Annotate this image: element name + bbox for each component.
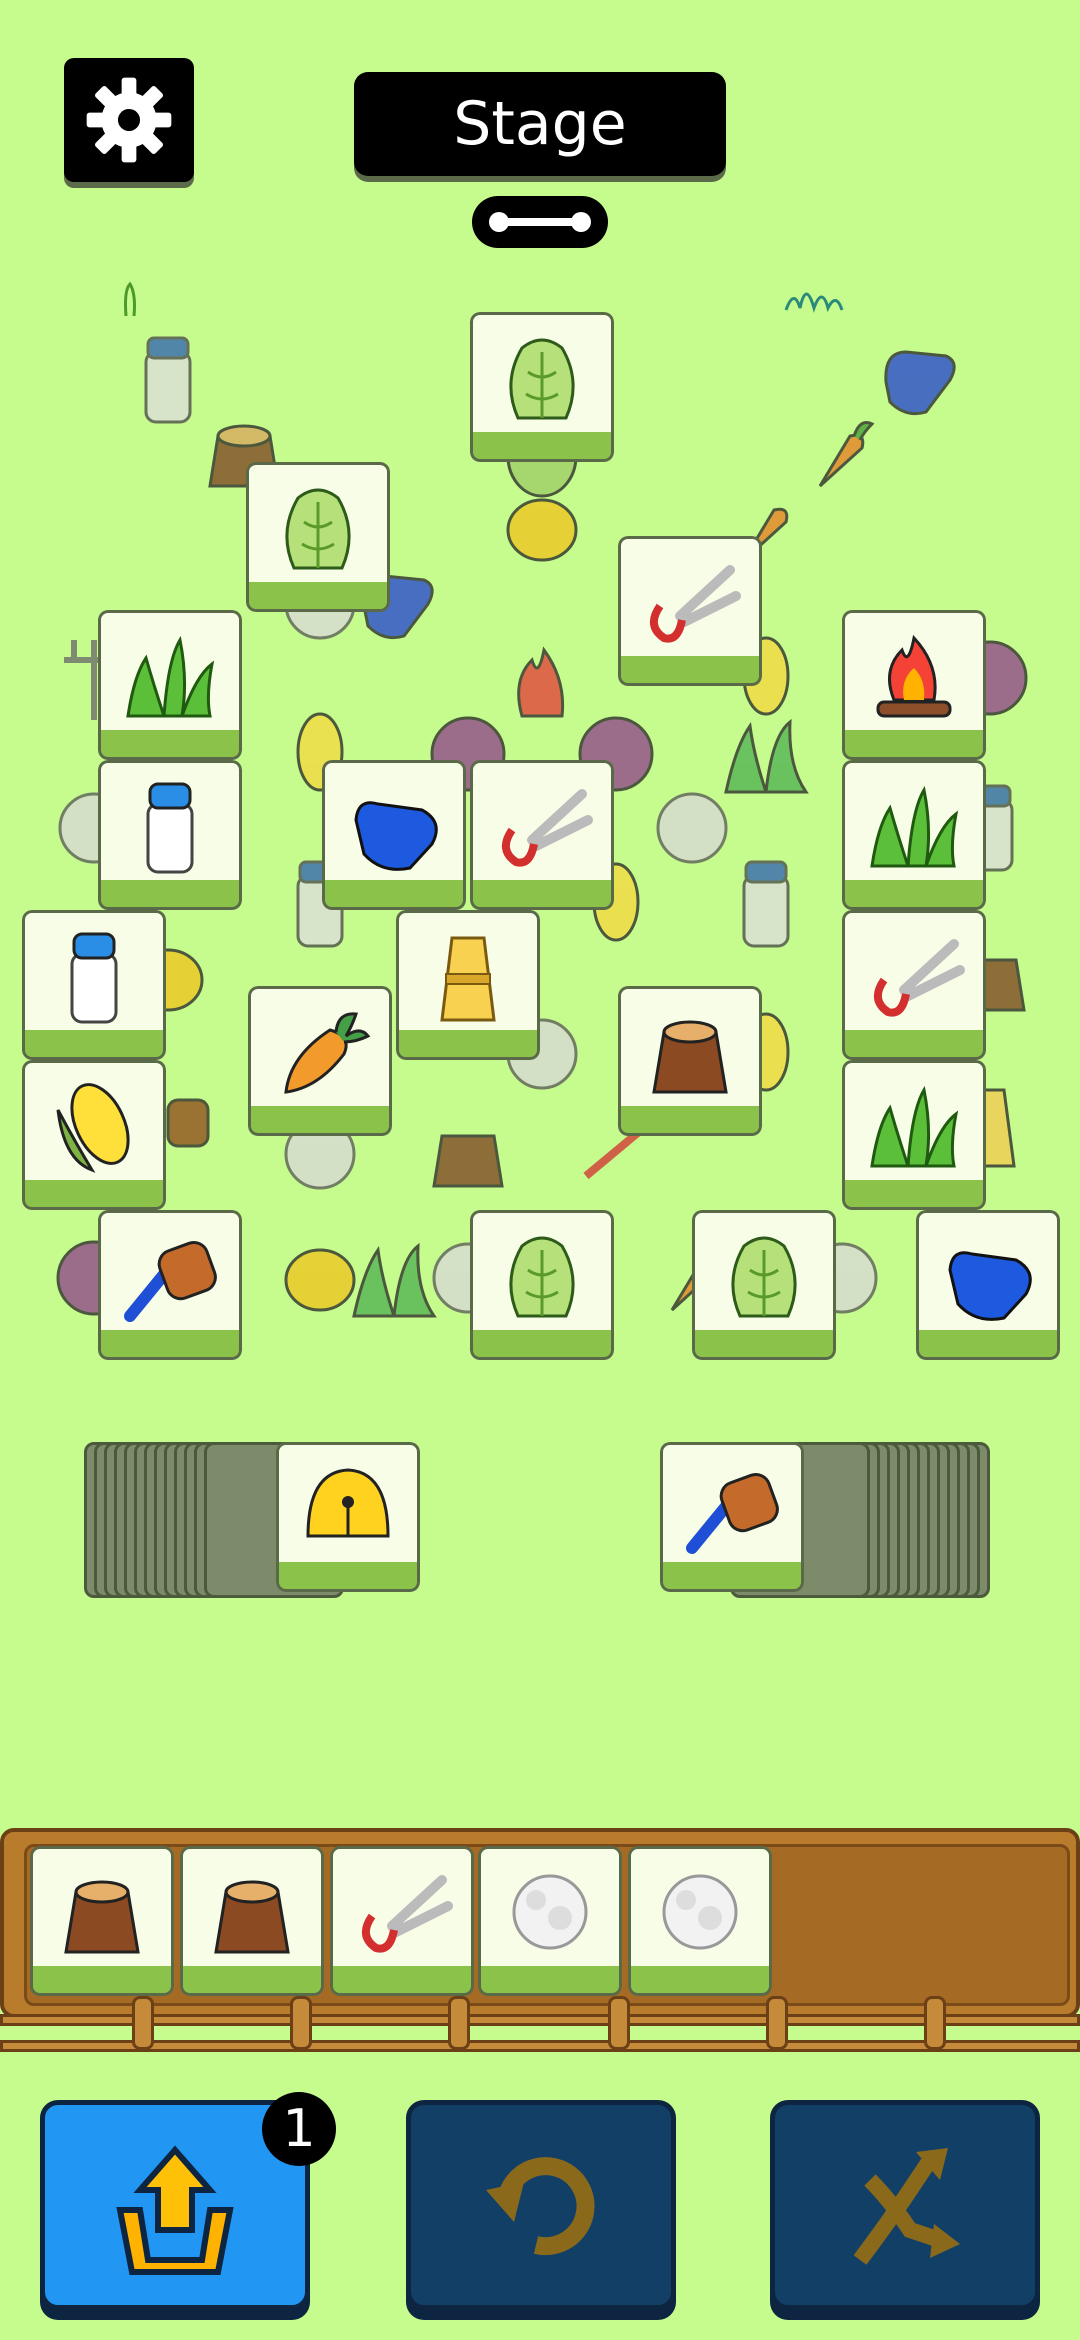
- cabbage-icon: [509, 1236, 575, 1318]
- tree-stump-icon: [214, 1880, 290, 1954]
- shears-icon: [502, 789, 593, 867]
- grass-icon: [870, 1085, 959, 1168]
- shuffle-icon: [853, 2148, 960, 2265]
- milk-jug-icon: [742, 860, 790, 948]
- tile-glove[interactable]: [916, 1210, 1060, 1360]
- tile-covered: [694, 836, 838, 986]
- cabbage-icon: [285, 488, 351, 570]
- fence-post: [924, 1996, 946, 2050]
- left-tile-stack: [84, 1442, 420, 1602]
- stage-progress: [472, 196, 608, 248]
- corn-icon: [56, 1083, 130, 1173]
- brush-icon: [686, 1472, 779, 1554]
- tile-milk-jug[interactable]: [98, 760, 242, 910]
- powerup-undo-button[interactable]: [406, 2100, 676, 2310]
- tile-cabbage[interactable]: [470, 1210, 614, 1360]
- glove-icon: [948, 1251, 1032, 1321]
- powerup-shuffle-button[interactable]: [770, 2100, 1040, 2310]
- fence-post: [132, 1996, 154, 2050]
- tile-shears[interactable]: [618, 536, 762, 686]
- milk-jug-icon: [146, 782, 194, 874]
- grass-icon: [870, 785, 959, 868]
- tile-hay-bundle[interactable]: [396, 910, 540, 1060]
- tray-slot-shears: [330, 1846, 474, 1996]
- tile-cabbage[interactable]: [692, 1210, 836, 1360]
- tray-slot-tree-stump: [180, 1846, 324, 1996]
- shears-icon: [874, 939, 965, 1017]
- grass-tuft-decoration: [784, 292, 844, 313]
- tree-stump-icon: [432, 1134, 504, 1188]
- settings-button[interactable]: [64, 58, 194, 182]
- cabbage-icon: [509, 338, 575, 420]
- tree-stump-icon: [652, 1020, 728, 1094]
- tile-shears[interactable]: [470, 760, 614, 910]
- tile-milk-jug[interactable]: [22, 910, 166, 1060]
- tile-glove[interactable]: [322, 760, 466, 910]
- stack-top-tile-brush[interactable]: [660, 1442, 804, 1592]
- tile-tree-stump[interactable]: [618, 986, 762, 1136]
- grass-icon: [126, 635, 215, 718]
- wool-icon: [662, 1874, 738, 1950]
- hay-bundle-icon: [440, 936, 496, 1022]
- shears-icon: [362, 1875, 453, 1953]
- tile-grass[interactable]: [98, 610, 242, 760]
- cabbage-icon: [731, 1236, 797, 1318]
- tile-grass[interactable]: [842, 760, 986, 910]
- stage-title: Stage: [354, 72, 726, 176]
- tray-slot-tree-stump: [30, 1846, 174, 1996]
- fence-rail: [0, 2040, 1080, 2052]
- tile-carrot[interactable]: [248, 986, 392, 1136]
- stack-top-tile-bell[interactable]: [276, 1442, 420, 1592]
- wool-icon: [512, 1874, 588, 1950]
- shears-icon: [650, 565, 741, 643]
- tile-brush[interactable]: [98, 1210, 242, 1360]
- gear-icon: [86, 77, 172, 163]
- tile-shears[interactable]: [842, 910, 986, 1060]
- fence-rail: [0, 2014, 1080, 2026]
- tile-cabbage[interactable]: [470, 312, 614, 462]
- tile-cabbage[interactable]: [246, 462, 390, 612]
- campfire-icon: [876, 634, 952, 718]
- tree-stump-icon: [64, 1880, 140, 1954]
- carrot-icon: [284, 1012, 371, 1094]
- fence-post: [290, 1996, 312, 2050]
- tray-slot-wool: [478, 1846, 622, 1996]
- undo-arrow-icon: [486, 2157, 595, 2256]
- bell-icon: [506, 498, 578, 562]
- milk-jug-icon: [70, 932, 118, 1024]
- tray-slot-wool: [628, 1846, 772, 1996]
- right-tile-stack: [660, 1442, 996, 1602]
- tile-corn[interactable]: [22, 1060, 166, 1210]
- fence-post: [608, 1996, 630, 2050]
- brush-icon: [124, 1240, 217, 1322]
- tile-campfire[interactable]: [842, 610, 986, 760]
- fence-post: [448, 1996, 470, 2050]
- glove-icon: [354, 801, 438, 871]
- fence-post: [766, 1996, 788, 2050]
- box-arrow-up-icon: [116, 2145, 234, 2275]
- tile-covered: [470, 460, 614, 610]
- link-progress-icon: [489, 212, 591, 232]
- tile-grass[interactable]: [842, 1060, 986, 1210]
- powerup-count-badge: 1: [262, 2092, 336, 2166]
- bell-icon: [306, 1468, 390, 1538]
